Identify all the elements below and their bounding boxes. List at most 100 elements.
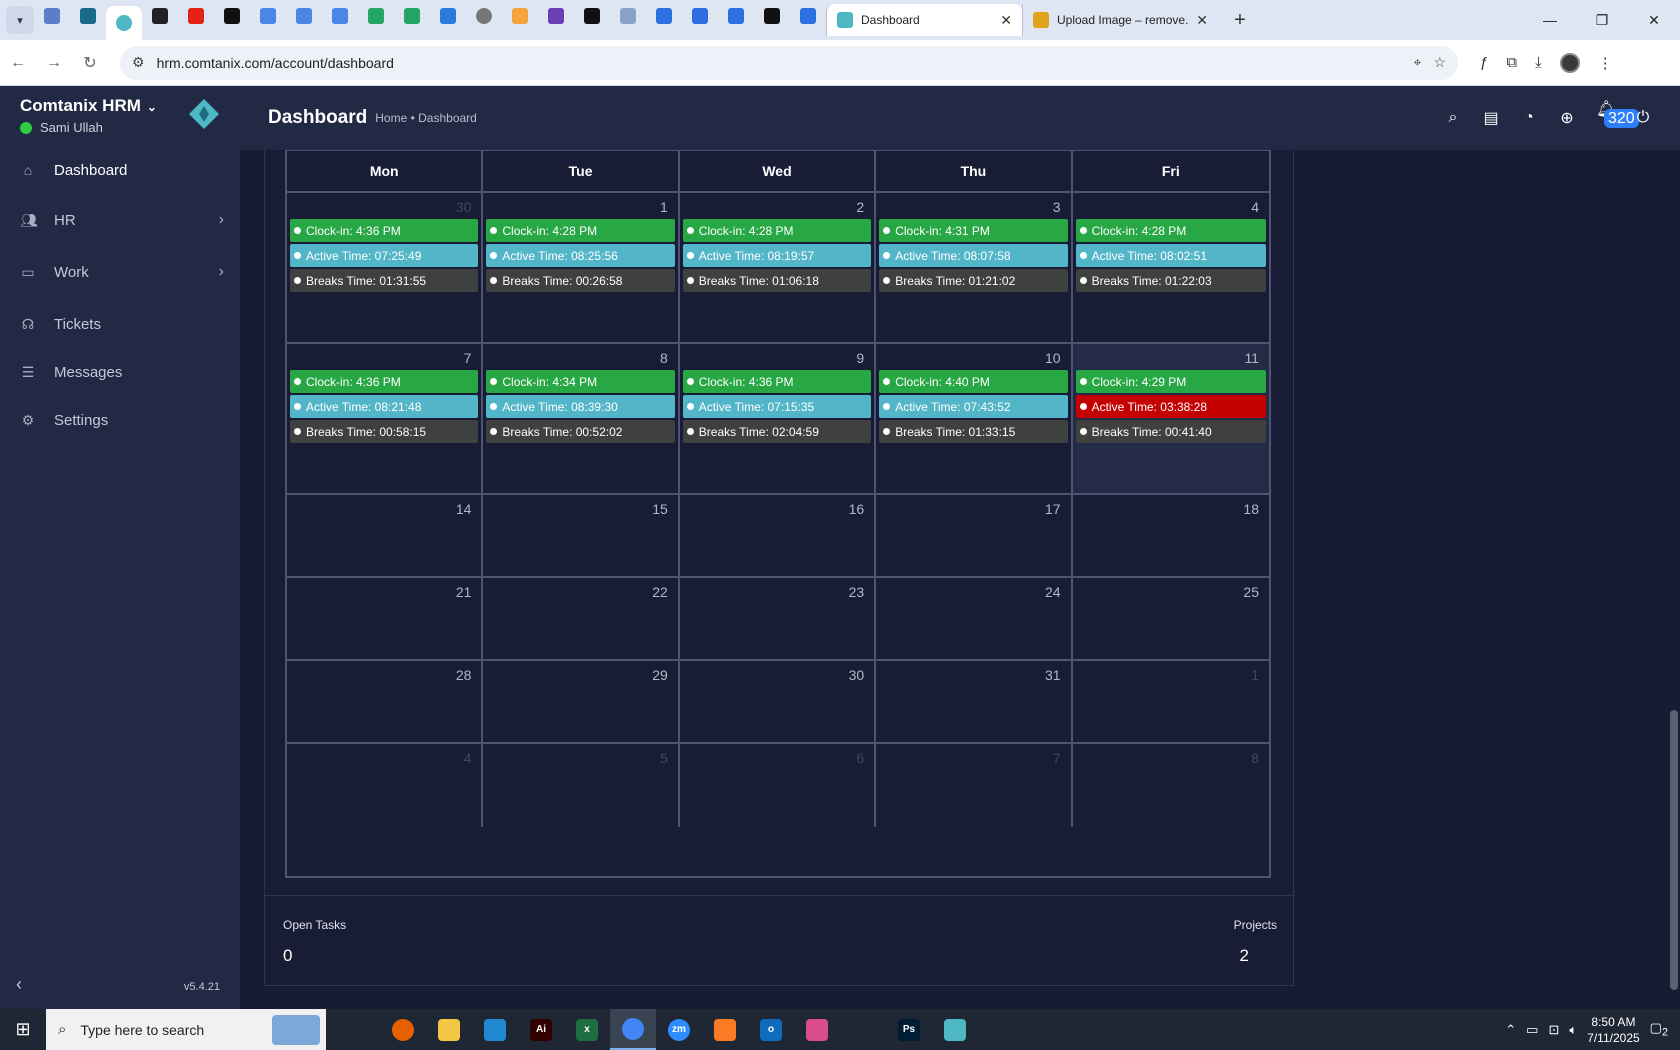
- tab-dashboard[interactable]: Dashboard ✕: [826, 4, 1022, 36]
- display-icon[interactable]: ▭: [1526, 1022, 1538, 1038]
- taskbar-app[interactable]: [610, 1009, 656, 1050]
- pinned-tab[interactable]: [502, 0, 538, 32]
- attendance-event[interactable]: Clock-in: 4:28 PM: [486, 219, 675, 242]
- new-tab-button[interactable]: +: [1228, 9, 1252, 32]
- page-scrollbar[interactable]: [1670, 710, 1678, 990]
- attendance-event[interactable]: Clock-in: 4:31 PM: [879, 219, 1068, 242]
- download-icon[interactable]: ⤓: [1535, 54, 1542, 71]
- calendar-day[interactable]: 8 Clock-in: 4:34 PM Active Time: 08:39:30 B…: [483, 344, 680, 493]
- bell-icon[interactable]: 🔔︎320: [1596, 99, 1639, 137]
- attendance-event[interactable]: Clock-in: 4:40 PM: [879, 370, 1068, 393]
- system-clock[interactable]: 8:50 AM 7/11/2025: [1587, 1014, 1640, 1046]
- calendar-day[interactable]: 5: [483, 744, 680, 827]
- pinned-tab[interactable]: [394, 0, 430, 32]
- sidebar-item-work[interactable]: ▭ Work ›: [0, 248, 240, 296]
- note-icon[interactable]: ▤: [1482, 108, 1500, 128]
- site-info-icon[interactable]: ⚙: [132, 54, 145, 71]
- calendar-day[interactable]: 24: [876, 578, 1073, 659]
- calendar-day[interactable]: 4 Clock-in: 4:28 PM Active Time: 08:02:51 B…: [1073, 193, 1269, 342]
- taskbar-app[interactable]: Ps: [886, 1009, 932, 1050]
- attendance-event[interactable]: Breaks Time: 01:21:02: [879, 269, 1068, 292]
- taskbar-app[interactable]: [932, 1009, 978, 1050]
- taskbar-app[interactable]: [840, 1009, 886, 1050]
- pinned-tab[interactable]: [358, 0, 394, 32]
- calendar-day[interactable]: 7: [876, 744, 1073, 827]
- attendance-event[interactable]: Breaks Time: 01:06:18: [682, 269, 872, 292]
- calendar-day[interactable]: 7 Clock-in: 4:36 PM Active Time: 08:21:48 B…: [287, 344, 484, 493]
- attendance-event[interactable]: Clock-in: 4:28 PM: [682, 219, 872, 242]
- attendance-event[interactable]: Active Time: 07:43:52: [879, 395, 1068, 418]
- pinned-tab[interactable]: [538, 0, 574, 32]
- calendar-day[interactable]: 31: [876, 661, 1073, 742]
- calendar-day[interactable]: 28: [287, 661, 484, 742]
- calendar-day[interactable]: 30: [680, 661, 877, 742]
- taskbar-app[interactable]: [794, 1009, 840, 1050]
- calendar-day[interactable]: 9 Clock-in: 4:36 PM Active Time: 07:15:35 B…: [680, 344, 877, 493]
- attendance-event[interactable]: Active Time: 08:21:48: [290, 395, 479, 418]
- attendance-event[interactable]: Breaks Time: 00:41:40: [1075, 420, 1266, 443]
- pinned-tab[interactable]: [754, 0, 790, 32]
- taskbar-app[interactable]: [702, 1009, 748, 1050]
- extensions-puzzle-icon[interactable]: ⧉: [1506, 54, 1517, 71]
- weather-widget-icon[interactable]: [272, 1014, 320, 1045]
- calendar-day[interactable]: 10 Clock-in: 4:40 PM Active Time: 07:43:52…: [876, 344, 1073, 493]
- attendance-event[interactable]: Clock-in: 4:36 PM: [682, 370, 872, 393]
- pinned-tab[interactable]: [106, 6, 142, 40]
- calendar-day[interactable]: 16: [680, 495, 877, 576]
- pinned-tab[interactable]: [646, 0, 682, 32]
- attendance-event[interactable]: Breaks Time: 01:33:15: [879, 420, 1068, 443]
- calendar-day[interactable]: 14: [287, 495, 484, 576]
- pinned-tab[interactable]: [574, 0, 610, 32]
- attendance-event[interactable]: Clock-in: 4:36 PM: [290, 219, 479, 242]
- calendar-day[interactable]: 23: [680, 578, 877, 659]
- network-icon[interactable]: ⊡: [1548, 1022, 1559, 1038]
- minimize-icon[interactable]: —: [1524, 12, 1576, 29]
- pinned-tab[interactable]: [34, 0, 70, 32]
- open-tasks-value[interactable]: 0: [283, 946, 292, 966]
- calendar-day[interactable]: 1: [1073, 661, 1269, 742]
- calendar-day[interactable]: 3 Clock-in: 4:31 PM Active Time: 08:07:58 B…: [876, 193, 1073, 342]
- calendar-day-today[interactable]: 11 Clock-in: 4:29 PM Active Time: 03:38:28…: [1072, 344, 1269, 493]
- attendance-event[interactable]: Clock-in: 4:29 PM: [1075, 370, 1266, 393]
- pinned-tab[interactable]: [70, 0, 106, 32]
- close-tab-icon[interactable]: ✕: [1000, 12, 1012, 29]
- add-icon[interactable]: ⊕: [1558, 108, 1576, 128]
- forward-icon[interactable]: →: [36, 54, 72, 72]
- calendar-day[interactable]: 4: [287, 744, 484, 827]
- taskbar-app[interactable]: [472, 1009, 518, 1050]
- attendance-event[interactable]: Active Time: 08:25:56: [486, 244, 675, 267]
- attendance-event[interactable]: Breaks Time: 00:52:02: [486, 420, 675, 443]
- taskbar-app[interactable]: x: [564, 1009, 610, 1050]
- restore-icon[interactable]: ❐: [1576, 12, 1628, 29]
- calendar-day[interactable]: 1 Clock-in: 4:28 PM Active Time: 08:25:56 B…: [483, 193, 680, 342]
- pinned-tab[interactable]: [214, 0, 250, 32]
- calendar-day[interactable]: 25: [1073, 578, 1269, 659]
- windows-start-icon[interactable]: ⊞: [0, 1019, 46, 1040]
- chevron-up-icon[interactable]: ⌃: [1505, 1022, 1516, 1038]
- pinned-tab[interactable]: [142, 0, 178, 32]
- sidebar-item-settings[interactable]: ⚙ Settings: [0, 396, 240, 444]
- calendar-day[interactable]: 15: [483, 495, 680, 576]
- back-icon[interactable]: ←: [0, 54, 36, 72]
- url-text[interactable]: hrm.comtanix.com/account/dashboard: [157, 55, 1402, 71]
- pinned-tab[interactable]: [466, 0, 502, 32]
- breadcrumb[interactable]: Home • Dashboard: [375, 111, 477, 125]
- pinned-tab[interactable]: [178, 0, 214, 32]
- calendar-day[interactable]: 2 Clock-in: 4:28 PM Active Time: 08:19:57 B…: [680, 193, 877, 342]
- tab-search-dropdown[interactable]: ▾: [6, 6, 34, 34]
- pinned-tab[interactable]: [610, 0, 646, 32]
- attendance-event[interactable]: Active Time: 08:02:51: [1075, 244, 1266, 267]
- location-pin-icon[interactable]: ⌖: [1414, 54, 1422, 71]
- volume-icon[interactable]: 🔈︎: [1569, 1022, 1577, 1038]
- calendar-day[interactable]: 21: [287, 578, 484, 659]
- pinned-tab[interactable]: [682, 0, 718, 32]
- calendar-day[interactable]: 29: [483, 661, 680, 742]
- taskbar-app[interactable]: [334, 1009, 380, 1050]
- calendar-day[interactable]: 17: [876, 495, 1073, 576]
- taskbar-search[interactable]: ⌕ Type here to search: [46, 1009, 326, 1050]
- close-window-icon[interactable]: ✕: [1628, 12, 1680, 29]
- attendance-event[interactable]: Active Time: 07:25:49: [290, 244, 479, 267]
- attendance-event[interactable]: Clock-in: 4:28 PM: [1075, 219, 1266, 242]
- power-icon[interactable]: ⏻: [1634, 109, 1652, 127]
- pinned-tab[interactable]: [322, 0, 358, 32]
